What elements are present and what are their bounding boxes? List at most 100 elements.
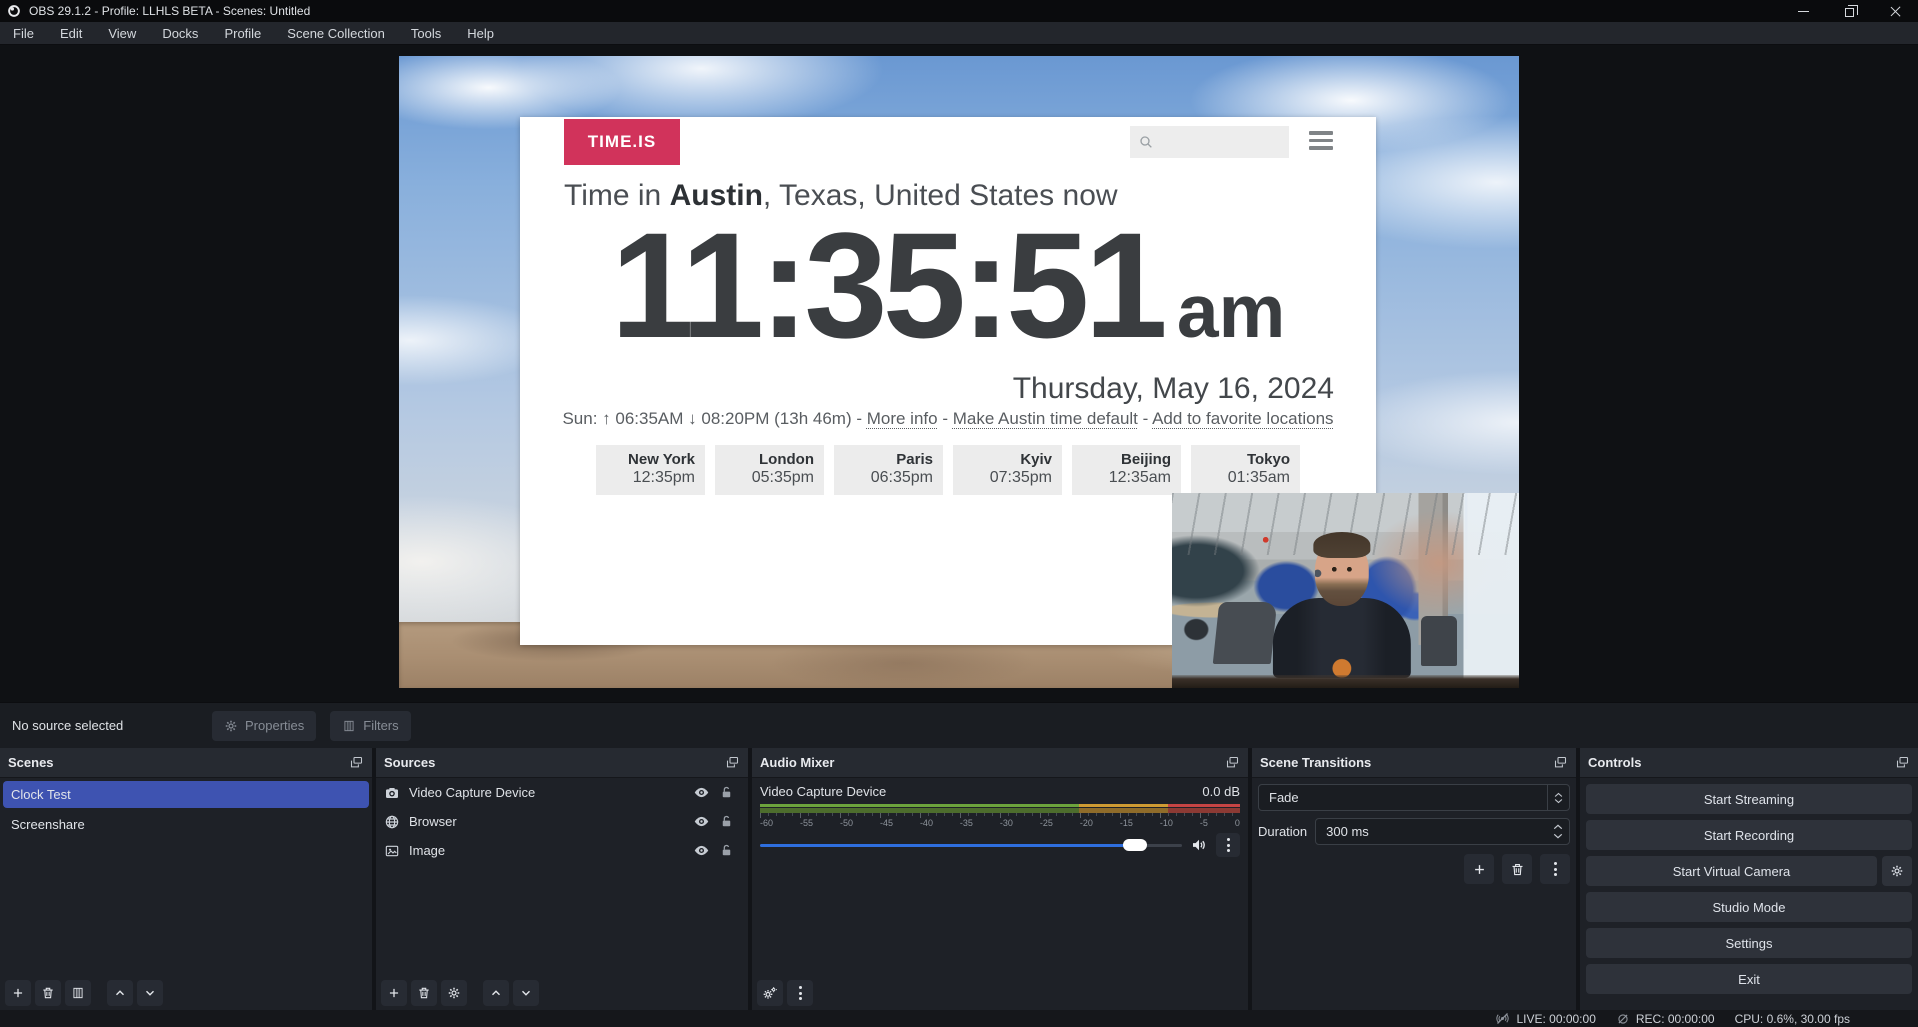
title-bar: OBS 29.1.2 - Profile: LLHLS BETA - Scene… (0, 0, 1918, 22)
select-arrows-icon (1547, 785, 1569, 810)
scene-transitions-panel-title: Scene Transitions (1260, 755, 1371, 770)
remove-source-button[interactable] (411, 980, 437, 1006)
lock-icon[interactable] (719, 843, 734, 858)
chevron-down-icon (519, 986, 533, 1000)
menu-docks[interactable]: Docks (149, 22, 211, 44)
scene-transitions-dock-icon[interactable] (1553, 755, 1568, 770)
scene-item-clock-test[interactable]: Clock Test (3, 781, 369, 808)
remove-scene-button[interactable] (35, 980, 61, 1006)
gear-icon (447, 986, 461, 1000)
scenes-dock-icon[interactable] (349, 755, 364, 770)
volume-meter (760, 804, 1240, 813)
visibility-eye-icon[interactable] (693, 784, 710, 801)
sources-dock-icon[interactable] (725, 755, 740, 770)
virtual-camera-settings-button[interactable] (1882, 856, 1912, 886)
menu-scene-collection[interactable]: Scene Collection (274, 22, 398, 44)
mixer-menu-button[interactable] (787, 980, 813, 1006)
kebab-menu-icon (1554, 862, 1557, 876)
restore-button[interactable] (1826, 0, 1872, 22)
start-recording-button[interactable]: Start Recording (1586, 820, 1912, 850)
spin-down-icon[interactable] (1553, 833, 1563, 839)
source-row-image[interactable]: Image (376, 836, 748, 865)
source-row-browser[interactable]: Browser (376, 807, 748, 836)
close-button[interactable] (1872, 0, 1918, 22)
scenes-panel-title: Scenes (8, 755, 54, 770)
add-source-button[interactable] (381, 980, 407, 1006)
transition-properties-button[interactable] (1540, 854, 1570, 884)
timeis-sun-info: Sun: ↑ 06:35AM ↓ 08:20PM (13h 46m) - Mor… (520, 409, 1376, 429)
city-box-tokyo: Tokyo 01:35am (1191, 445, 1300, 495)
dock-panels: Scenes Clock Test Screenshare Sourc (0, 748, 1918, 1010)
live-status: LIVE: 00:00:00 (1495, 1011, 1595, 1026)
scene-item-screenshare[interactable]: Screenshare (3, 811, 369, 838)
kebab-menu-icon (1227, 838, 1230, 852)
webcam-chair-right (1421, 616, 1457, 666)
filters-button[interactable]: Filters (330, 711, 410, 741)
search-icon (1138, 134, 1154, 150)
move-scene-down-button[interactable] (137, 980, 163, 1006)
menu-profile[interactable]: Profile (211, 22, 274, 44)
settings-button[interactable]: Settings (1586, 928, 1912, 958)
broadcast-off-icon (1495, 1011, 1510, 1026)
volume-slider[interactable] (760, 836, 1182, 854)
filter-icon (342, 719, 356, 733)
timeis-search-box (1130, 126, 1289, 158)
remove-transition-button[interactable] (1502, 854, 1532, 884)
menu-tools[interactable]: Tools (398, 22, 454, 44)
duration-label: Duration (1258, 824, 1307, 839)
volume-slider-handle[interactable] (1123, 839, 1147, 851)
menu-help[interactable]: Help (454, 22, 507, 44)
scene-filters-button[interactable] (65, 980, 91, 1006)
spin-up-icon[interactable] (1553, 824, 1563, 830)
minimize-button[interactable] (1780, 0, 1826, 22)
preview-canvas[interactable]: TIME.IS Time in Austin, Texas, United St… (399, 56, 1519, 688)
mixer-channel-name: Video Capture Device (760, 784, 886, 799)
city-box-beijing: Beijing 12:35am (1072, 445, 1181, 495)
menu-bar: File Edit View Docks Profile Scene Colle… (0, 22, 1918, 45)
obs-logo-icon (7, 4, 21, 18)
move-source-down-button[interactable] (513, 980, 539, 1006)
source-properties-button[interactable] (441, 980, 467, 1006)
duration-spinbox[interactable]: 300 ms (1315, 818, 1570, 845)
cpu-fps-status: CPU: 0.6%, 30.00 fps (1735, 1012, 1850, 1026)
controls-dock-icon[interactable] (1895, 755, 1910, 770)
webcam-person (1272, 598, 1410, 678)
volume-meter-scale: -60-55-50-45-40-35-30-25-20-15-10-50 (760, 813, 1240, 829)
menu-edit[interactable]: Edit (47, 22, 95, 44)
visibility-eye-icon[interactable] (693, 842, 710, 859)
speaker-icon[interactable] (1190, 836, 1208, 854)
chevron-down-icon (143, 986, 157, 1000)
exit-button[interactable]: Exit (1586, 964, 1912, 994)
audio-mixer-dock-icon[interactable] (1225, 755, 1240, 770)
move-scene-up-button[interactable] (107, 980, 133, 1006)
webcam-chair-left (1213, 602, 1278, 664)
chevron-up-icon (489, 986, 503, 1000)
start-virtual-camera-button[interactable]: Start Virtual Camera (1586, 856, 1877, 886)
globe-icon (384, 814, 400, 830)
trash-icon (1510, 862, 1525, 877)
transition-select[interactable]: Fade (1258, 784, 1570, 811)
add-scene-button[interactable] (5, 980, 31, 1006)
lock-icon[interactable] (719, 785, 734, 800)
city-box-kyiv: Kyiv 07:35pm (953, 445, 1062, 495)
minimize-icon (1798, 11, 1809, 12)
audio-mixer-panel-title: Audio Mixer (760, 755, 834, 770)
start-streaming-button[interactable]: Start Streaming (1586, 784, 1912, 814)
timeis-clock: 11:35:51 am (520, 203, 1376, 368)
advanced-audio-properties-button[interactable] (757, 980, 783, 1006)
lock-icon[interactable] (719, 814, 734, 829)
hamburger-menu-icon (1309, 131, 1333, 150)
city-box-new-york: New York 12:35pm (596, 445, 705, 495)
studio-mode-button[interactable]: Studio Mode (1586, 892, 1912, 922)
webcam-overlay[interactable] (1172, 493, 1519, 688)
mixer-channel-menu-button[interactable] (1216, 833, 1240, 857)
move-source-up-button[interactable] (483, 980, 509, 1006)
add-transition-button[interactable] (1464, 854, 1494, 884)
visibility-eye-icon[interactable] (693, 813, 710, 830)
window-title: OBS 29.1.2 - Profile: LLHLS BETA - Scene… (29, 4, 310, 18)
source-row-video-capture[interactable]: Video Capture Device (376, 778, 748, 807)
menu-view[interactable]: View (95, 22, 149, 44)
sources-panel: Sources Video Capture Device (376, 748, 748, 1010)
properties-button[interactable]: Properties (212, 711, 316, 741)
menu-file[interactable]: File (0, 22, 47, 44)
